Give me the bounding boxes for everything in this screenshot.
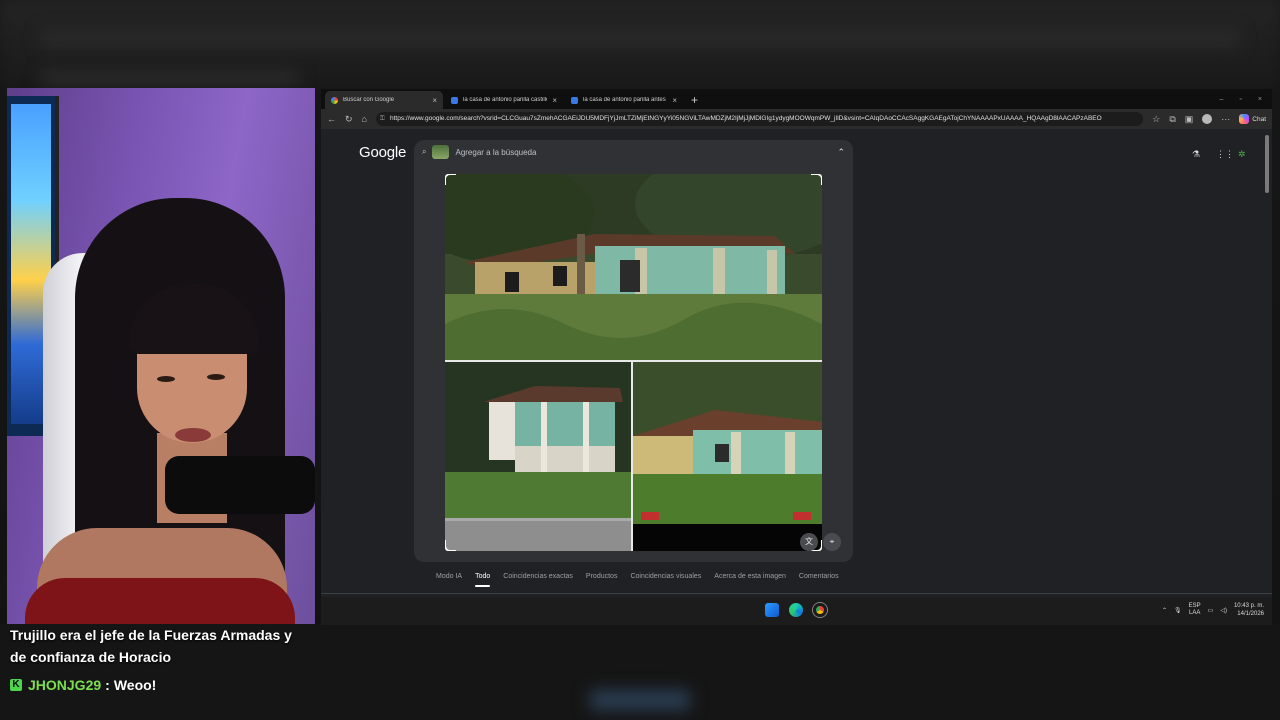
kick-icon: K <box>10 679 22 691</box>
taskbar-apps <box>765 603 827 617</box>
google-logo[interactable]: Google <box>359 144 406 161</box>
tab-title: la casa de antonio parilla antes de <box>583 97 668 103</box>
right-eye <box>207 374 225 380</box>
language-indicator[interactable]: ESP LAA <box>1189 603 1201 617</box>
tab-strip: Buscar con Google × la casa de antonio p… <box>321 89 1272 109</box>
tabs-divider <box>321 593 1272 594</box>
microphone <box>165 456 315 514</box>
crop-handle-bottom-left[interactable] <box>445 540 456 551</box>
account-avatar[interactable]: ✲ <box>1238 149 1246 160</box>
profile-avatar[interactable] <box>1202 114 1213 124</box>
query-image-thumbnail[interactable] <box>432 145 450 159</box>
blurred-bar <box>40 70 300 86</box>
volume-icon[interactable]: ◁) <box>1220 607 1227 614</box>
chat-line: K JHONJG29 : Weoo! <box>10 674 310 696</box>
windows-start-icon[interactable] <box>765 603 779 617</box>
blurred-taskbar-icons <box>590 690 690 710</box>
clock-date: 14/1/2026 <box>1237 611 1264 617</box>
tab-title: Buscar con Google <box>343 97 395 103</box>
labs-flask-icon[interactable]: ⚗ <box>1192 149 1200 160</box>
page-scrollbar[interactable] <box>1265 135 1269 193</box>
crop-handle-top-left[interactable] <box>445 174 456 185</box>
tab-acerca-de-esta-imagen[interactable]: Acerca de esta imagen <box>714 573 786 580</box>
search-icon: ⌕ <box>422 147 427 156</box>
tab-coincidencias-visuales[interactable]: Coincidencias visuales <box>630 573 701 580</box>
tab-casa-antonio-1[interactable]: la casa de antonio parilla castillo × <box>445 91 563 109</box>
tab-casa-antonio-2[interactable]: la casa de antonio parilla antes de × <box>565 91 683 109</box>
extensions-icon[interactable]: ⧉ <box>1169 114 1175 125</box>
home-icon[interactable]: ⌂ <box>362 114 367 124</box>
site-info-icon[interactable]: ⚿ <box>380 112 385 126</box>
address-bar-row: ← ↻ ⌂ ⚿ https://www.google.com/search?vs… <box>321 109 1272 129</box>
tab-todo[interactable]: Todo <box>475 573 491 587</box>
url-field[interactable]: ⚿ https://www.google.com/search?vsrid=CL… <box>375 112 1144 126</box>
chevron-up-icon[interactable]: ⌃ <box>837 147 845 158</box>
chat-message: Trujillo era el jefe de la Fuerzas Armad… <box>10 627 292 665</box>
url-text: https://www.google.com/search?vsrid=CLCG… <box>389 115 1102 122</box>
back-icon[interactable]: ← <box>327 114 336 124</box>
bing-icon <box>451 96 458 104</box>
close-window-button[interactable]: × <box>1258 96 1262 103</box>
microphone-icon[interactable]: 🎙 <box>1174 607 1182 614</box>
chat-overlay: Trujillo era el jefe de la Fuerzas Armad… <box>10 624 310 696</box>
windows-taskbar: ⌃ 🎙 ESP LAA ▭ ◁) 10:43 p. m. 14/1/2026 <box>321 597 1272 625</box>
webcam-feed <box>7 88 315 624</box>
tab-title: la casa de antonio parilla castillo <box>463 97 548 103</box>
network-icon[interactable]: ▭ <box>1208 607 1214 614</box>
reload-icon[interactable]: ↻ <box>345 114 353 125</box>
results-tabs: Modo IA Todo Coincidencias exactas Produ… <box>436 573 839 587</box>
tray-chevron-icon[interactable]: ⌃ <box>1162 607 1167 614</box>
red-top <box>25 578 295 624</box>
browser-window: Buscar con Google × la casa de antonio p… <box>321 89 1272 625</box>
tab-comentarios[interactable]: Comentarios <box>799 573 839 580</box>
close-icon[interactable]: × <box>552 96 557 105</box>
lens-search-bar[interactable]: ⌕ Agregar a la búsqueda ⌃ <box>414 140 853 164</box>
clock-time: 10:43 p. m. <box>1233 603 1264 609</box>
more-menu-icon[interactable]: ⋯ <box>1221 114 1230 125</box>
copilot-chat-button[interactable]: Chat <box>1239 114 1266 124</box>
copilot-icon <box>1239 114 1250 124</box>
left-eye <box>157 376 175 382</box>
new-tab-button[interactable]: + <box>685 93 704 109</box>
google-lens-page: Google ⚗ ⋮⋮ ✲ ⌕ Agregar a la búsqueda ⌃ <box>321 129 1272 597</box>
tab-buscar-con-google[interactable]: Buscar con Google × <box>325 91 443 109</box>
window-controls: – ▫ × <box>1210 96 1272 109</box>
apps-grid-icon[interactable]: ⋮⋮ <box>1216 149 1234 160</box>
tab-productos[interactable]: Productos <box>586 573 618 580</box>
crop-handle-top-right[interactable] <box>811 174 822 185</box>
lens-image-panel: ⌕ Agregar a la búsqueda ⌃ 文 ⌖ <box>414 140 853 562</box>
system-tray: ⌃ 🎙 ESP LAA ▭ ◁) 10:43 p. m. 14/1/2026 <box>1162 602 1264 618</box>
chat-user-message: Weoo! <box>113 677 157 693</box>
bing-icon <box>571 96 578 104</box>
query-image[interactable] <box>445 174 822 551</box>
chat-label: Chat <box>1252 115 1266 123</box>
google-icon <box>331 96 338 104</box>
lang-top: ESP <box>1188 603 1201 609</box>
chat-separator: : <box>105 677 110 693</box>
lang-bottom: LAA <box>1188 610 1201 616</box>
select-text-icon[interactable]: ⌖ <box>823 533 841 551</box>
favorite-star-icon[interactable]: ☆ <box>1152 114 1160 125</box>
mouth <box>175 428 211 442</box>
edge-icon[interactable] <box>789 603 803 617</box>
tab-modo-ia[interactable]: Modo IA <box>436 573 462 580</box>
close-icon[interactable]: × <box>432 96 437 105</box>
minimize-button[interactable]: – <box>1220 96 1224 103</box>
chat-username: JHONJG29 <box>28 677 102 693</box>
house-collage-image <box>445 174 822 551</box>
lens-search-input[interactable]: Agregar a la búsqueda <box>455 148 536 157</box>
tab-coincidencias-exactas[interactable]: Coincidencias exactas <box>503 573 573 580</box>
stream-scene: Trujillo era el jefe de la Fuerzas Armad… <box>0 0 1280 720</box>
collections-icon[interactable]: ▣ <box>1185 114 1194 125</box>
close-icon[interactable]: × <box>672 96 677 105</box>
blurred-bar <box>40 30 1240 48</box>
maximize-button[interactable]: ▫ <box>1239 96 1241 103</box>
clock[interactable]: 10:43 p. m. 14/1/2026 <box>1234 602 1264 618</box>
chrome-icon[interactable] <box>813 603 827 617</box>
translate-icon[interactable]: 文 <box>800 533 818 551</box>
